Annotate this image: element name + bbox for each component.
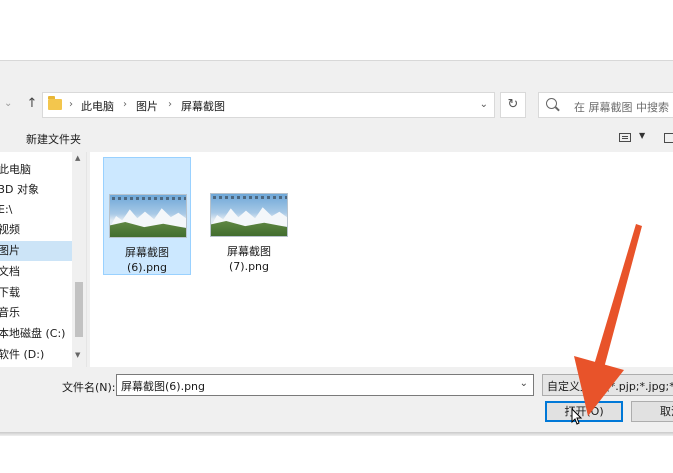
nav-item-label: E:\ <box>0 203 13 216</box>
breadcrumb-separator-icon[interactable]: › <box>123 99 127 110</box>
nav-pane-scrollbar[interactable]: ▲ ▼ <box>72 152 86 367</box>
folder-icon <box>48 96 62 110</box>
nav-item-downloads[interactable]: 下载 <box>0 283 72 303</box>
search-placeholder: 在 屏幕截图 中搜索 <box>574 101 669 114</box>
file-item[interactable]: 屏幕截图 (7).png <box>205 157 293 275</box>
recent-locations-chevron-icon[interactable]: ⌄ <box>4 98 12 109</box>
nav-item-label: 下载 <box>0 286 20 299</box>
view-options-icon[interactable] <box>619 133 631 142</box>
scroll-down-icon[interactable]: ▼ <box>75 351 80 359</box>
file-name-line2: (7).png <box>228 260 269 273</box>
up-arrow-icon[interactable]: ↑ <box>24 96 40 112</box>
image-thumbnail <box>210 193 288 237</box>
nav-item-videos[interactable]: 视频 <box>0 220 72 240</box>
file-name-line1: 屏幕截图 <box>227 245 271 258</box>
navigation-pane: 此电脑 3D 对象 E:\ 视频 图片 文档 下载 音乐 本地磁盘 (C:) 软… <box>0 152 86 367</box>
search-input[interactable]: 在 屏幕截图 中搜索 <box>538 92 673 118</box>
annotation-arrow <box>574 224 642 416</box>
filename-dropdown-icon[interactable]: ⌄ <box>520 378 528 389</box>
dialog-shadow <box>0 432 673 436</box>
nav-item-label: 3D 对象 <box>0 183 39 196</box>
image-thumbnail <box>109 194 187 238</box>
address-bar[interactable]: › 此电脑 › 图片 › 屏幕截图 ⌄ <box>42 92 495 118</box>
breadcrumb-this-pc[interactable]: 此电脑 <box>81 98 114 114</box>
refresh-icon[interactable]: ↻ <box>500 92 526 118</box>
breadcrumb-screenshots[interactable]: 屏幕截图 <box>181 98 225 114</box>
nav-item-label: 此电脑 <box>0 163 31 176</box>
file-item[interactable]: 屏幕截图 (6).png <box>103 157 191 275</box>
nav-item-label: 视频 <box>0 223 20 236</box>
filename-label: 文件名(N): <box>62 381 116 394</box>
file-name: 屏幕截图 (6).png <box>104 245 190 275</box>
navigation-row: ⌄ ↑ › 此电脑 › 图片 › 屏幕截图 ⌄ ↻ 在 屏幕截图 中搜索 <box>0 90 673 120</box>
filename-value: 屏幕截图(6).png <box>121 380 206 393</box>
file-name-line1: 屏幕截图 <box>125 246 169 259</box>
view-options-dropdown-icon[interactable]: ▼ <box>639 131 645 140</box>
scroll-up-icon[interactable]: ▲ <box>75 154 80 162</box>
preview-pane-icon[interactable] <box>664 133 673 143</box>
breadcrumb-pictures[interactable]: 图片 <box>136 98 158 114</box>
file-name-line2: (6).png <box>126 261 167 274</box>
nav-item-label: 软件 (D:) <box>0 348 45 361</box>
nav-item-documents[interactable]: 文档 <box>0 262 72 282</box>
nav-item-pictures[interactable]: 图片 <box>0 241 72 261</box>
nav-item-label: 本地磁盘 (C:) <box>0 327 66 340</box>
nav-item-local-disk-c[interactable]: 本地磁盘 (C:) <box>0 324 72 344</box>
nav-item-3d-objects[interactable]: 3D 对象 <box>0 180 72 200</box>
new-folder-button[interactable]: 新建文件夹 <box>26 131 81 147</box>
address-dropdown-icon[interactable]: ⌄ <box>480 99 488 110</box>
search-icon <box>546 98 557 109</box>
nav-item-label: 音乐 <box>0 306 20 319</box>
nav-item-music[interactable]: 音乐 <box>0 303 72 323</box>
command-toolbar: 新建文件夹 ▼ <box>0 128 673 150</box>
nav-item-label: 文档 <box>0 265 20 278</box>
breadcrumb-separator-icon[interactable]: › <box>69 99 73 110</box>
scrollbar-thumb[interactable] <box>75 282 83 337</box>
mouse-cursor-icon <box>571 408 583 425</box>
pane-divider[interactable] <box>86 152 87 367</box>
nav-item-label: 图片 <box>0 244 20 257</box>
nav-item-drive-e[interactable]: E:\ <box>0 200 72 220</box>
filename-field[interactable]: 屏幕截图(6).png ⌄ <box>116 374 534 396</box>
file-name: 屏幕截图 (7).png <box>205 244 293 274</box>
nav-item-this-pc[interactable]: 此电脑 <box>0 160 72 180</box>
breadcrumb-separator-icon[interactable]: › <box>168 99 172 110</box>
nav-item-software-d[interactable]: 软件 (D:) <box>0 345 72 365</box>
